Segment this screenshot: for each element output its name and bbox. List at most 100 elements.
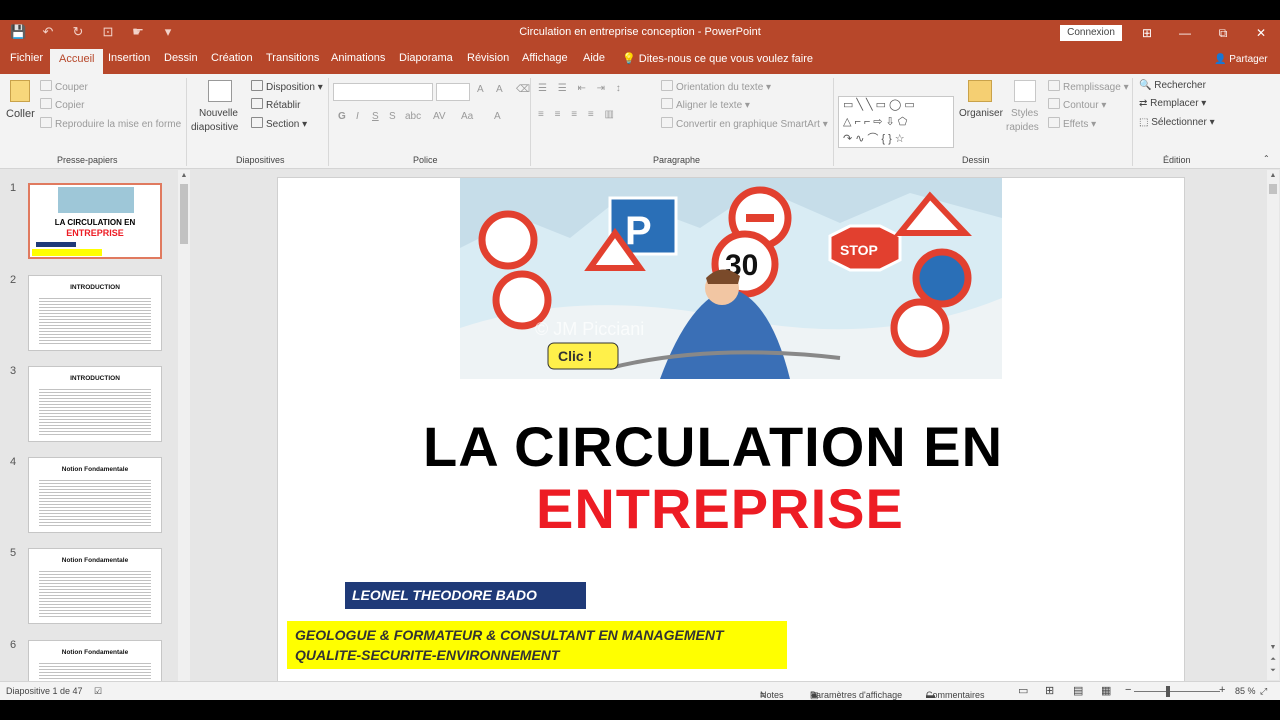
ribbon-display-icon[interactable]: ⊞ bbox=[1128, 20, 1166, 46]
thumbnail-slide-5[interactable]: Notion Fondamentale bbox=[28, 548, 162, 624]
quick-styles-label2[interactable]: rapides bbox=[1006, 122, 1039, 133]
scroll-down-icon[interactable]: ▼ bbox=[1267, 644, 1279, 651]
scroll-up-icon[interactable]: ▲ bbox=[178, 172, 190, 179]
tab-creation[interactable]: Création bbox=[211, 52, 253, 64]
zoom-level[interactable]: 85 % bbox=[1235, 686, 1256, 696]
smartart-button[interactable]: Convertir en graphique SmartArt ▾ bbox=[661, 117, 828, 130]
copy-button[interactable]: Copier bbox=[40, 98, 84, 111]
previous-slide-icon[interactable]: ⏶ bbox=[1267, 656, 1279, 664]
arrange-button[interactable]: Organiser bbox=[959, 108, 1003, 119]
tab-fichier[interactable]: Fichier bbox=[10, 52, 43, 64]
char-spacing-button[interactable]: AV bbox=[433, 111, 446, 122]
quick-styles-icon[interactable] bbox=[1014, 80, 1036, 102]
thumbnail-role-bar bbox=[32, 249, 102, 256]
tell-me-search[interactable]: 💡 Dites-nous ce que vous voulez faire bbox=[622, 52, 813, 65]
slideshow-icon[interactable]: ▦ bbox=[1101, 684, 1111, 697]
author-textbox[interactable]: LEONEL THEODORE BADO bbox=[345, 582, 586, 609]
new-slide-label[interactable]: Nouvelle bbox=[199, 108, 238, 119]
new-slide-icon[interactable] bbox=[208, 80, 232, 102]
shape-outline-button[interactable]: Contour ▾ bbox=[1048, 98, 1106, 111]
tab-accueil[interactable]: Accueil bbox=[50, 49, 104, 74]
tab-transitions[interactable]: Transitions bbox=[266, 52, 319, 64]
format-painter-button[interactable]: Reproduire la mise en forme bbox=[40, 117, 181, 130]
tab-animations[interactable]: Animations bbox=[331, 52, 385, 64]
italic-button[interactable]: I bbox=[356, 111, 359, 122]
align-buttons[interactable]: ≡ ≡ ≡ ≡ ▥ bbox=[538, 109, 618, 120]
thumbnail-slide-2[interactable]: INTRODUCTION bbox=[28, 275, 162, 351]
zoom-out-button[interactable]: − bbox=[1125, 684, 1131, 696]
thumbnail-title2: ENTREPRISE bbox=[66, 228, 124, 238]
restore-button[interactable]: ⧉ bbox=[1204, 20, 1242, 46]
align-text-button[interactable]: Aligner le texte ▾ bbox=[661, 98, 750, 111]
layout-button[interactable]: Disposition ▾ bbox=[251, 80, 323, 93]
close-button[interactable]: ✕ bbox=[1242, 20, 1280, 46]
format-painter-label: Reproduire la mise en forme bbox=[55, 119, 182, 130]
separator bbox=[833, 78, 834, 166]
shape-fill-button[interactable]: Remplissage ▾ bbox=[1048, 80, 1129, 93]
zoom-slider-knob[interactable] bbox=[1166, 686, 1170, 697]
thumbnail-title: INTRODUCTION bbox=[70, 375, 120, 382]
shadow-button[interactable]: S bbox=[389, 111, 396, 122]
slide-canvas[interactable]: P 30 STOP Clic ! © JM Picciani LA CIRCUL… bbox=[277, 177, 1185, 688]
shapes-gallery[interactable]: ▭╲╲▭◯▭ △⌐⌐⇨⇩⬠ ↷∿⌒{}☆ bbox=[838, 96, 954, 148]
reset-button[interactable]: Rétablir bbox=[251, 98, 300, 111]
list-buttons[interactable]: ☰ ☰ ⇤ ⇥ ↕ bbox=[538, 83, 625, 94]
minimize-button[interactable]: — bbox=[1166, 20, 1204, 46]
font-name-input[interactable] bbox=[333, 83, 433, 101]
fit-slide-icon[interactable]: ⤢ bbox=[1260, 686, 1267, 697]
thumbnail-slide-4[interactable]: Notion Fondamentale bbox=[28, 457, 162, 533]
separator bbox=[328, 78, 329, 166]
tab-diaporama[interactable]: Diaporama bbox=[399, 52, 453, 64]
new-slide-label2[interactable]: diapositive bbox=[191, 122, 238, 133]
clear-format-icon[interactable]: ⌫ bbox=[516, 84, 530, 95]
slide-title-line1[interactable]: LA CIRCULATION EN bbox=[423, 414, 1003, 479]
font-size-input[interactable] bbox=[436, 83, 470, 101]
select-button[interactable]: ⬚ Sélectionner ▾ bbox=[1139, 117, 1215, 128]
cut-button[interactable]: Couper bbox=[40, 80, 88, 93]
zoom-in-button[interactable]: + bbox=[1219, 684, 1225, 696]
change-case-button[interactable]: Aa bbox=[461, 111, 473, 122]
tab-revision[interactable]: Révision bbox=[467, 52, 509, 64]
shrink-font-button[interactable]: A bbox=[496, 84, 503, 95]
zoom-slider-track[interactable] bbox=[1134, 691, 1220, 692]
scroll-up-icon[interactable]: ▲ bbox=[1267, 172, 1279, 179]
notes-label: Notes bbox=[760, 690, 784, 700]
slide-title-line2[interactable]: ENTREPRISE bbox=[536, 476, 904, 541]
slide-sorter-icon[interactable]: ⊞ bbox=[1045, 684, 1054, 697]
text-direction-button[interactable]: Orientation du texte ▾ bbox=[661, 80, 771, 93]
underline-button[interactable]: S bbox=[372, 111, 379, 122]
tab-affichage[interactable]: Affichage bbox=[522, 52, 568, 64]
tab-dessin[interactable]: Dessin bbox=[164, 52, 198, 64]
effects-icon bbox=[1048, 117, 1060, 128]
role-textbox[interactable]: GEOLOGUE & FORMATEUR & CONSULTANT EN MAN… bbox=[287, 621, 787, 669]
quick-styles-label[interactable]: Styles bbox=[1011, 108, 1038, 119]
paste-icon[interactable] bbox=[10, 80, 30, 102]
paste-button[interactable]: Coller bbox=[6, 108, 35, 120]
arrange-icon[interactable] bbox=[968, 80, 992, 102]
font-color-button[interactable]: A bbox=[494, 111, 501, 122]
shape-effects-button[interactable]: Effets ▾ bbox=[1048, 117, 1096, 130]
shape-outline-label: Contour bbox=[1063, 100, 1099, 111]
editor-scroll-thumb[interactable] bbox=[1269, 184, 1277, 194]
editor-scrollbar[interactable]: ▲ ▼ ⏶ ⏷ bbox=[1267, 170, 1279, 680]
share-button[interactable]: 👤 Partager bbox=[1214, 54, 1268, 65]
thumbnails-scrollbar[interactable]: ▲ ▼ bbox=[178, 170, 190, 695]
reading-view-icon[interactable]: ▤ bbox=[1073, 684, 1083, 697]
thumbnails-scroll-thumb[interactable] bbox=[180, 184, 188, 244]
replace-button[interactable]: ⇄ Remplacer ▾ bbox=[1139, 98, 1206, 109]
connexion-button[interactable]: Connexion bbox=[1060, 25, 1122, 41]
grow-font-button[interactable]: A bbox=[477, 84, 484, 95]
find-button[interactable]: 🔍 Rechercher bbox=[1139, 80, 1206, 91]
tab-insertion[interactable]: Insertion bbox=[108, 52, 150, 64]
tab-aide[interactable]: Aide bbox=[583, 52, 605, 64]
section-button[interactable]: Section ▾ bbox=[251, 117, 307, 130]
collapse-ribbon-icon[interactable]: ⌃ bbox=[1263, 154, 1270, 163]
bold-button[interactable]: G bbox=[338, 111, 346, 122]
next-slide-icon[interactable]: ⏷ bbox=[1267, 667, 1279, 675]
thumbnail-slide-3[interactable]: INTRODUCTION bbox=[28, 366, 162, 442]
thumbnail-text-lines bbox=[39, 387, 151, 435]
thumbnail-slide-1[interactable]: LA CIRCULATION EN ENTREPRISE bbox=[28, 183, 162, 259]
normal-view-icon[interactable]: ▭ bbox=[1018, 684, 1028, 697]
strikethrough-button[interactable]: abc bbox=[405, 111, 421, 122]
spellcheck-icon[interactable]: ☑ bbox=[94, 686, 102, 697]
